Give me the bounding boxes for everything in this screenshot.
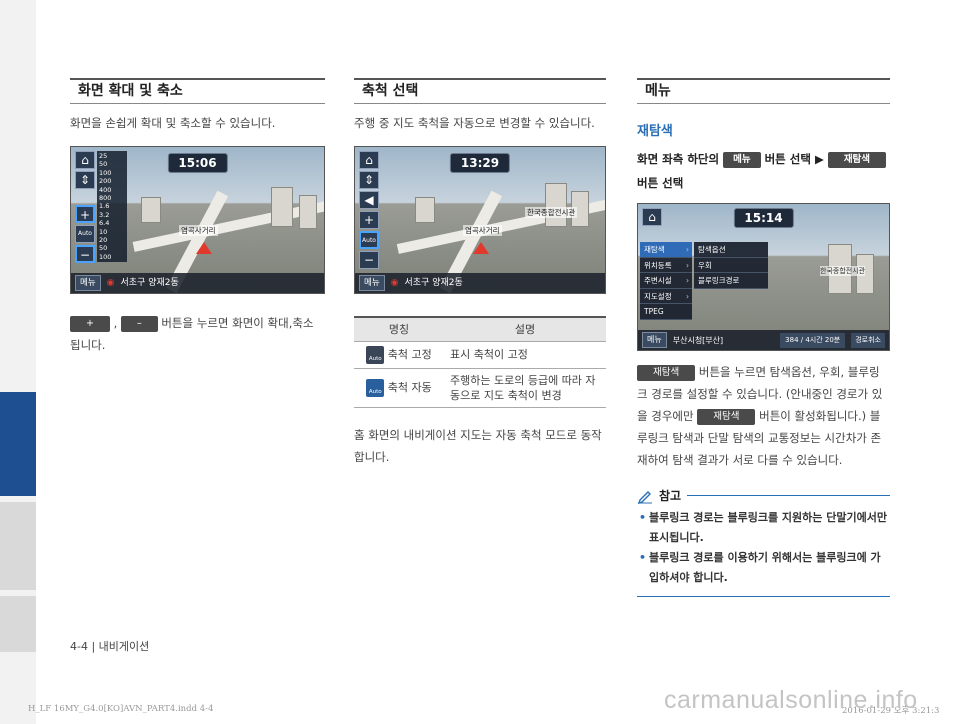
plus-chip: + <box>70 315 110 332</box>
nav-screen-zoom: 15:06 25 50 100 200 400 800 1.6 3.2 6.4 10 20… <box>70 146 325 294</box>
main-menu: 재탐색 › 위치등록 › 주변시설 › 지도설정 › TPEG <box>640 242 692 320</box>
pencil-icon <box>637 490 652 504</box>
scale-auto-icon: Auto <box>366 378 385 397</box>
place-label: 염곡사거리 <box>463 225 502 236</box>
compass-icon[interactable]: ⇕ <box>75 171 95 189</box>
watermark: carmanualsonline.info <box>664 686 918 714</box>
home-icon[interactable]: ⌂ <box>359 151 379 169</box>
research-chip: 재탐색 <box>697 408 756 425</box>
menu-item-map-settings[interactable]: 지도설정 › <box>640 289 692 304</box>
note-title: 참고 <box>659 489 682 503</box>
menu-item-tpeg[interactable]: TPEG <box>640 304 692 320</box>
clock: 15:14 <box>733 208 794 228</box>
speaker-icon[interactable]: ◀ <box>359 191 379 209</box>
section-intro: 주행 중 지도 축척을 자동으로 변경할 수 있습니다. <box>354 116 595 130</box>
note-box: 참고 블루링크 경로는 블루링크를 지원하는 단말기에서만 표시됩니다. 블루링… <box>637 487 890 597</box>
current-location: 서초구 양재2동 <box>120 278 179 288</box>
zoom-in-button[interactable]: + <box>75 205 95 223</box>
scale-fixed-icon: Auto <box>366 345 385 364</box>
menu-button[interactable]: 메뉴 <box>359 275 385 291</box>
subsection-title: 재탐색 <box>637 124 673 139</box>
research-description: 재탐색 버튼을 누르면 탐색옵션, 우회, 블루링크 경로를 설정할 수 있습니… <box>637 364 883 467</box>
compass-icon[interactable]: ⇕ <box>359 171 379 189</box>
minus-chip: – <box>120 315 158 332</box>
menu-item-nearby[interactable]: 주변시설 › <box>640 273 692 289</box>
research-chip: 재탐색 <box>637 364 696 381</box>
zoom-in-button[interactable]: + <box>359 211 379 229</box>
clock: 15:06 <box>167 153 228 173</box>
submenu-item-bluelink-route[interactable]: 블루링크경로 <box>694 273 768 289</box>
car-position-icon <box>473 242 489 254</box>
menu-section: 메뉴 재탐색 화면 좌측 하단의 메뉴 버튼 선택 ▶ 재탐색 버튼 선택 15… <box>637 78 890 597</box>
status-bar: 메뉴 ◉ 서초구 양재2동 <box>355 273 605 293</box>
cancel-route-button[interactable]: 경로취소 <box>851 332 885 348</box>
menu-item-research[interactable]: 재탐색 › <box>640 242 692 258</box>
scale-section: 축척 선택 주행 중 지도 축척을 자동으로 변경할 수 있습니다. 13:29… <box>354 78 606 468</box>
scale-auto-button[interactable]: Auto <box>359 231 379 249</box>
sub-menu: 탐색옵션 우회 블루링크경로 <box>694 242 768 289</box>
destination: 부산시청[부산] <box>672 335 724 345</box>
place-label: 염곡사거리 <box>179 225 218 236</box>
car-position-icon <box>196 242 212 254</box>
table-header: 명칭 <box>354 316 444 342</box>
route-distance: 384 / 4시간 20분 <box>780 332 846 348</box>
zoom-out-button[interactable]: − <box>359 251 379 269</box>
location-pin-icon: ◉ <box>106 278 115 288</box>
table-row: Auto 축척 고정 표시 축척이 고정 <box>354 341 606 369</box>
submenu-item-detour[interactable]: 우회 <box>694 258 768 273</box>
clock: 13:29 <box>449 153 511 173</box>
chapter-tab <box>0 596 36 652</box>
research-chip: 재탐색 <box>827 151 887 168</box>
section-title: 축척 선택 <box>354 78 606 104</box>
table-header: 설명 <box>444 316 606 342</box>
home-icon[interactable]: ⌂ <box>75 151 95 169</box>
list-item: 블루링크 경로를 이용하기 위해서는 블루링크에 가입하셔야 합니다. <box>637 548 890 588</box>
chapter-tab-active <box>0 392 36 496</box>
page-number: 4-4 | 내비게이션 <box>70 640 150 653</box>
print-info: H_LF 16MY_G4.0[KO]AVN_PART4.indd 4-4 <box>28 704 214 714</box>
zoom-scale-list[interactable]: 25 50 100 200 400 800 1.6 3.2 6.4 10 20 50 100 <box>97 151 127 263</box>
scale-auto-button[interactable]: Auto <box>75 225 95 243</box>
place-label: 한국종합전시관 <box>820 266 866 276</box>
menu-item-save-location[interactable]: 위치등록 › <box>640 258 692 273</box>
location-pin-icon: ◉ <box>390 278 399 288</box>
chapter-tab <box>0 502 36 590</box>
scale-table: 명칭 설명 Auto 축척 고정 표시 축척이 고정 Auto 축척 자동 주행… <box>354 316 606 408</box>
menu-chip: 메뉴 <box>723 151 761 168</box>
section-title: 화면 확대 및 축소 <box>70 78 325 104</box>
note-list: 블루링크 경로는 블루링크를 지원하는 단말기에서만 표시됩니다. 블루링크 경… <box>637 508 890 597</box>
submenu-item-route-options[interactable]: 탐색옵션 <box>694 242 768 258</box>
research-steps: 화면 좌측 하단의 메뉴 버튼 선택 ▶ 재탐색 버튼 선택 <box>637 147 890 195</box>
scale-note: 홈 화면의 내비게이션 지도는 자동 축척 모드로 동작합니다. <box>354 427 602 464</box>
menu-button[interactable]: 메뉴 <box>642 332 667 348</box>
table-row: Auto 축척 자동 주행하는 도로의 등급에 따라 자동으로 지도 축척이 변… <box>354 368 606 408</box>
nav-screen-scale: 13:29 ⌂ ⇕ ◀ + Auto − 염곡사거리 한국종합전시관 메뉴 ◉ … <box>354 146 606 294</box>
status-bar: 메뉴 부산시청[부산] 384 / 4시간 20분 경로취소 <box>638 330 889 350</box>
nav-screen-menu: 15:14 ⌂ 한국종합전시관 재탐색 › 위치등록 › 주변시설 › 지도설정 › T… <box>637 203 890 351</box>
menu-button[interactable]: 메뉴 <box>75 275 101 291</box>
place-label: 한국종합전시관 <box>525 207 578 218</box>
zoom-out-button[interactable]: − <box>75 245 95 263</box>
section-title: 메뉴 <box>637 78 890 104</box>
list-item: 블루링크 경로는 블루링크를 지원하는 단말기에서만 표시됩니다. <box>637 508 890 548</box>
zoom-instruction: + , – 버튼을 누르면 화면이 확대,축소 됩니다. <box>70 315 314 352</box>
current-location: 서초구 양재2동 <box>404 278 463 288</box>
status-bar: 메뉴 ◉ 서초구 양재2동 <box>71 273 324 293</box>
home-icon[interactable]: ⌂ <box>642 208 662 226</box>
zoom-section: 화면 확대 및 축소 화면을 손쉽게 확대 및 축소할 수 있습니다. 15:0… <box>70 78 325 356</box>
section-intro: 화면을 손쉽게 확대 및 축소할 수 있습니다. <box>70 116 276 130</box>
arrow-right-icon: ▶ <box>814 152 824 166</box>
